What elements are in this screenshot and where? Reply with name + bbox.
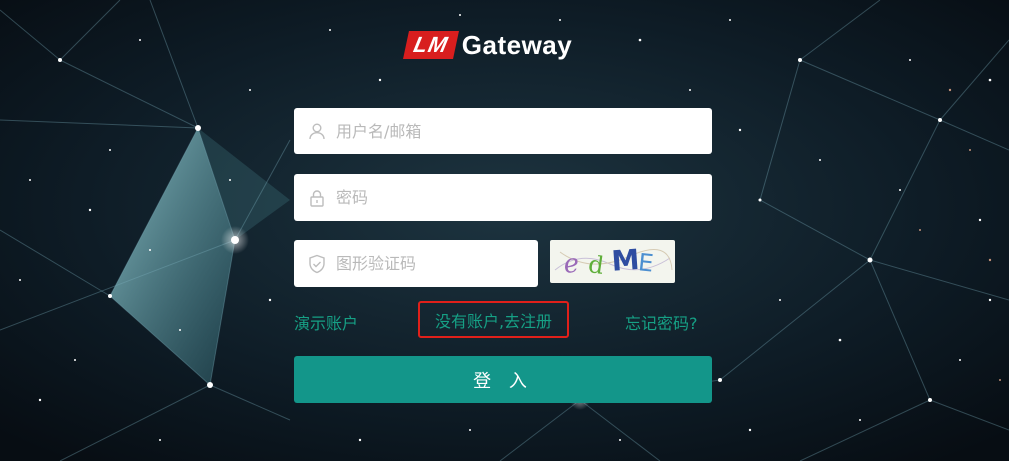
demo-account-link[interactable]: 演示账户 [294, 310, 358, 334]
login-button[interactable]: 登 入 [294, 356, 712, 403]
register-link[interactable]: 没有账户,去注册 [418, 301, 569, 338]
app-logo: LM Gateway [403, 28, 573, 62]
lock-icon [308, 188, 326, 208]
svg-text:e: e [562, 249, 580, 280]
logo-badge: LM [403, 31, 459, 59]
logo-text: Gateway [461, 29, 573, 60]
username-input[interactable] [336, 121, 712, 141]
password-input[interactable] [336, 188, 712, 207]
shield-check-icon [308, 254, 326, 274]
captcha-image[interactable]: e d M E [550, 240, 675, 283]
forgot-password-link[interactable]: 忘记密码? [625, 310, 698, 334]
svg-text:E: E [637, 248, 655, 277]
username-field[interactable] [294, 108, 712, 154]
password-field[interactable] [294, 174, 712, 221]
captcha-input[interactable] [336, 254, 538, 273]
user-icon [308, 121, 326, 141]
svg-text:d: d [587, 250, 606, 280]
svg-text:M: M [610, 243, 640, 278]
captcha-field[interactable] [294, 240, 538, 287]
